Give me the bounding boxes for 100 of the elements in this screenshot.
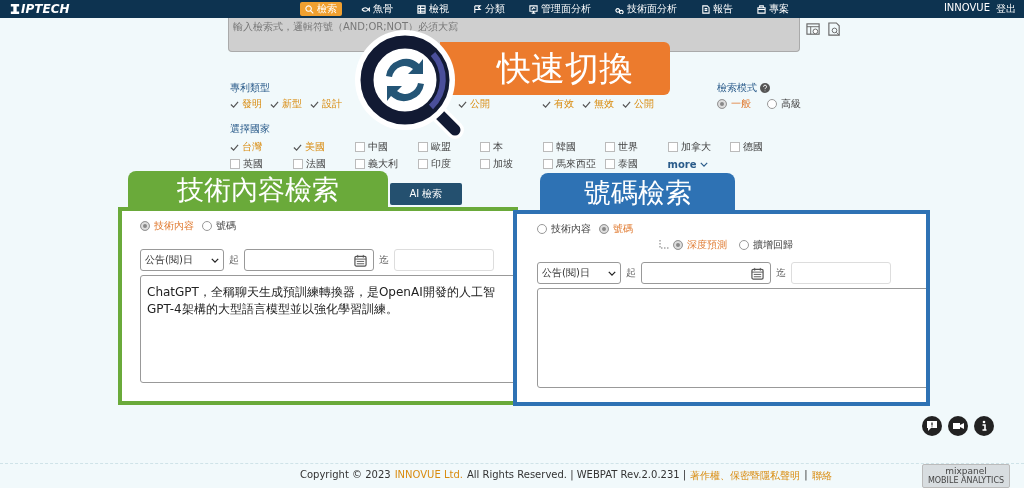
to-label: 迄: [379, 253, 389, 267]
document-icon: [701, 4, 710, 14]
number-query-field[interactable]: [537, 288, 926, 388]
checkbox[interactable]: [605, 159, 615, 169]
nav-tab[interactable]: 分類: [468, 2, 510, 16]
checkmark-icon[interactable]: [292, 142, 302, 152]
logo-icon: [10, 3, 20, 15]
checkbox[interactable]: [355, 159, 365, 169]
radio-button[interactable]: [673, 240, 683, 250]
from-label: 起: [626, 266, 636, 280]
table-search-icon[interactable]: [806, 22, 821, 37]
to-label: 迄: [776, 266, 786, 280]
checkbox-label: 加拿大: [680, 140, 711, 154]
checkmark-icon[interactable]: [622, 99, 631, 109]
briefcase-icon: [757, 4, 766, 14]
radio-label: 深度預測: [687, 238, 727, 252]
camera-icon[interactable]: [948, 416, 968, 436]
patent-type-heading: 專利類型: [230, 81, 271, 95]
checkbox-label: 法國: [305, 157, 326, 171]
checkbox[interactable]: [417, 159, 428, 169]
search-icon: [305, 4, 314, 14]
radio-button[interactable]: [140, 221, 150, 231]
checkmark-icon[interactable]: [310, 99, 319, 109]
checkbox-label: 本: [493, 140, 503, 154]
radio-button[interactable]: [599, 224, 609, 234]
footer-text: Copyright © 2023: [300, 469, 391, 482]
help-icon[interactable]: [760, 83, 770, 93]
checkbox-label: 泰國: [618, 157, 638, 171]
nav-tab[interactable]: 技術面分析: [610, 2, 682, 16]
logo-text: IPTECH: [21, 2, 70, 16]
radio-button[interactable]: [739, 240, 749, 250]
checkbox-label: 有效: [554, 97, 574, 111]
nav-tab[interactable]: 檢視: [412, 2, 454, 16]
checkbox[interactable]: [605, 142, 615, 152]
checkbox-label: 無效: [594, 97, 614, 111]
radio-label: 號碼: [216, 219, 236, 233]
feedback-icon[interactable]: [922, 416, 942, 436]
checkbox-label: 設計: [322, 97, 342, 111]
checkbox-label: 德國: [743, 140, 763, 154]
checkmark-icon[interactable]: [458, 99, 467, 109]
checkbox-label: 歐盟: [430, 140, 451, 154]
checkbox[interactable]: [230, 159, 240, 169]
monitor-icon: [529, 4, 538, 14]
checkbox[interactable]: [730, 142, 740, 152]
calendar-icon[interactable]: [354, 253, 367, 267]
fish-icon: [361, 4, 370, 14]
radio-label: 一般: [731, 97, 751, 111]
analytics-badge[interactable]: mixpanel MOBILE ANALYTICS: [922, 464, 1010, 488]
checkbox[interactable]: [480, 142, 490, 152]
footer-text: |: [804, 469, 808, 483]
from-label: 起: [229, 253, 239, 267]
radio-button[interactable]: [767, 99, 777, 109]
radio-label: 擴增回歸: [753, 238, 793, 252]
caret-icon: [608, 270, 616, 276]
checkbox[interactable]: [417, 142, 428, 152]
callout-banner: 快速切換: [440, 42, 670, 95]
nav-tab[interactable]: 管理面分析: [524, 2, 596, 16]
checkmark-icon[interactable]: [230, 99, 239, 109]
ai-search-button[interactable]: AI 檢索: [390, 183, 462, 205]
checkmark-icon[interactable]: [270, 99, 279, 109]
logout-link[interactable]: 登出: [996, 2, 1016, 16]
checkbox[interactable]: [355, 142, 365, 152]
query-field[interactable]: ChatGPT，全稱聊天生成預訓練轉換器，是OpenAI開發的人工智 GPT-4架構的大型語言模型並以強化學習訓練。: [140, 275, 514, 383]
flag-icon: [473, 4, 482, 14]
checkmark-icon[interactable]: [230, 142, 239, 152]
number-search-tab[interactable]: 號碼檢索: [540, 173, 735, 213]
checkbox-label: 義大利: [368, 157, 398, 171]
document-search-icon[interactable]: [827, 22, 842, 37]
radio-label: 技術內容: [154, 219, 194, 233]
date-type-select[interactable]: 公告(閱)日: [140, 249, 224, 271]
radio-button[interactable]: [717, 99, 727, 109]
checkbox-label: 公開: [634, 97, 654, 111]
chevron-icon: [699, 161, 708, 167]
date-field[interactable]: [244, 249, 374, 271]
user-name: INNOVUE: [943, 2, 990, 15]
grid-icon: [417, 4, 426, 14]
radio-button[interactable]: [202, 221, 212, 231]
checkbox-label: 印度: [430, 157, 451, 171]
checkbox-label: 英國: [243, 157, 263, 171]
checkbox[interactable]: [542, 159, 553, 169]
country-heading: 選擇國家: [230, 123, 270, 134]
checkbox[interactable]: [480, 159, 490, 169]
checkbox-label: 新型: [282, 97, 302, 111]
date-type-select[interactable]: 公告(閱)日: [537, 262, 621, 284]
search-mode-heading: 檢索模式: [717, 81, 757, 95]
checkmark-icon[interactable]: [582, 99, 591, 109]
date-field[interactable]: [641, 262, 771, 284]
more-link[interactable]: more: [667, 157, 730, 171]
checkbox[interactable]: [667, 142, 678, 152]
radio-label: 高級: [781, 97, 801, 111]
checkbox[interactable]: [292, 159, 303, 169]
nav-tab[interactable]: 報告: [696, 2, 738, 16]
checkbox[interactable]: [542, 142, 553, 152]
caret-icon: [211, 257, 219, 263]
nav-tab[interactable]: 魚骨: [356, 2, 398, 16]
calendar-icon[interactable]: [751, 266, 764, 280]
info-icon[interactable]: [974, 416, 994, 436]
checkmark-icon[interactable]: [542, 99, 551, 109]
radio-button[interactable]: [537, 224, 547, 234]
nav-tab[interactable]: 專案: [752, 2, 794, 16]
